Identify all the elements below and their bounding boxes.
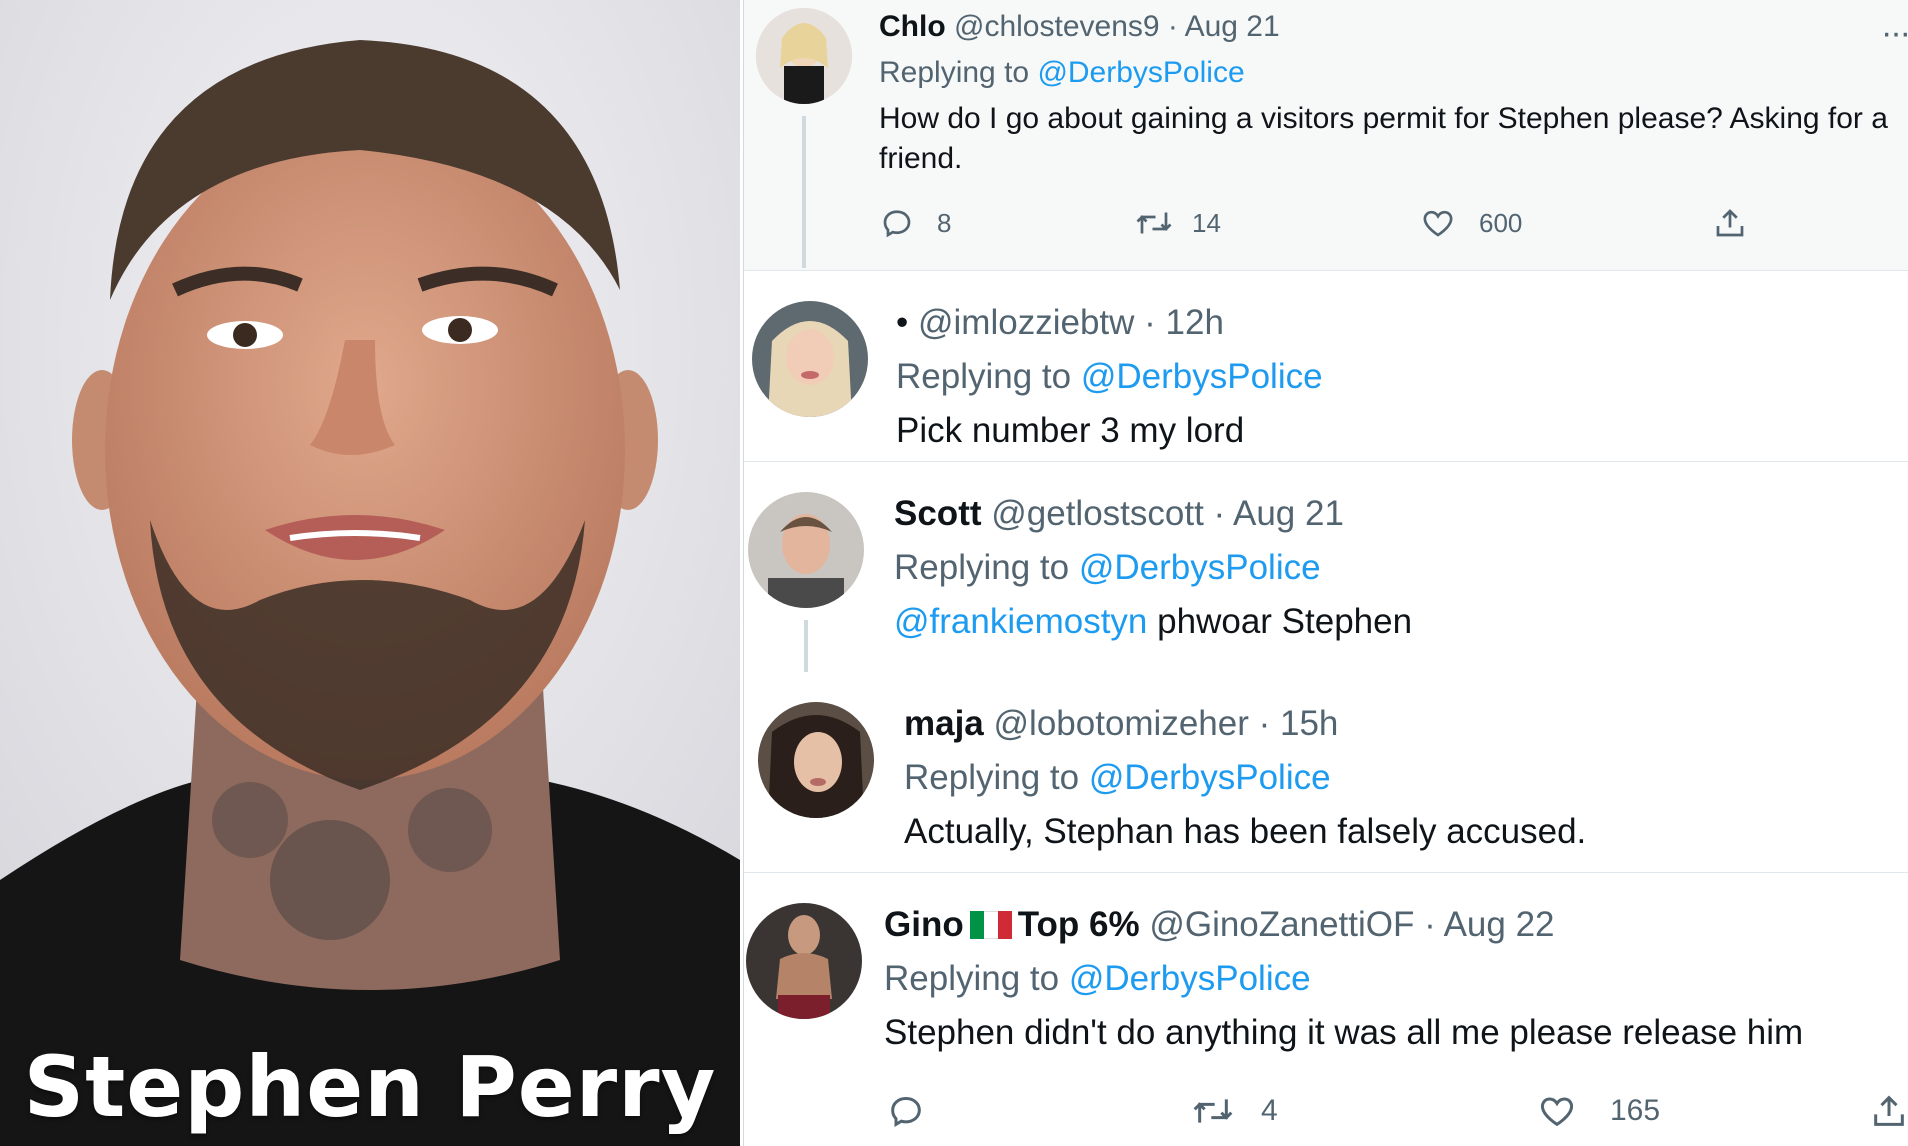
replying-to: Replying to @DerbysPolice [884, 959, 1311, 999]
retweet-count: 4 [1261, 1094, 1278, 1127]
replying-to-link[interactable]: @DerbysPolice [1079, 548, 1321, 587]
retweet-icon [1136, 212, 1172, 234]
replying-to: Replying to @DerbysPolice [879, 56, 1245, 90]
share-button[interactable] [1712, 205, 1748, 241]
tweet-chlo[interactable]: Chlo @chlostevens9 · Aug 21 ··· Replying… [744, 0, 1908, 270]
tweet-time[interactable]: · 12h [1144, 303, 1224, 342]
thread-line [802, 116, 806, 268]
tweet-header: Chlo @chlostevens9 · Aug 21 [879, 10, 1280, 44]
tweet-header: Scott @getlostscott · Aug 21 [894, 494, 1344, 534]
tweet-text: Pick number 3 my lord [896, 411, 1245, 450]
mugshot-illustration [0, 0, 740, 1146]
like-count: 600 [1479, 207, 1523, 238]
tweet-actions: 8 14 600 [879, 205, 1879, 245]
replying-to-link[interactable]: @DerbysPolice [1069, 959, 1311, 998]
tweet-actions: 4 165 [884, 1091, 1908, 1131]
mugshot-image: Stephen Perry [0, 0, 740, 1146]
tweet-text: @frankiemostyn phwoar Stephen [894, 602, 1412, 642]
replying-label: Replying to [904, 758, 1080, 797]
user-handle[interactable]: @lobotomizeher [994, 704, 1249, 743]
avatar-imlozziebtw-image [752, 301, 868, 417]
tweet-text: Actually, Stephan has been falsely accus… [904, 812, 1587, 851]
display-name[interactable]: Scott [894, 494, 982, 533]
replying-label: Replying to [896, 357, 1072, 396]
tweet-gino[interactable]: Gino Top 6% @GinoZanettiOF · Aug 22 Reply… [744, 873, 1908, 1146]
reply-button[interactable] [884, 1091, 946, 1131]
display-name[interactable]: maja [904, 704, 984, 743]
tweet-text: Stephen didn't do anything it was all me… [884, 1013, 1804, 1052]
tweet-time[interactable]: · Aug 22 [1424, 905, 1554, 944]
display-name-bullet: • [896, 303, 909, 342]
reply-count: 8 [937, 207, 952, 238]
tweet-header: • @imlozziebtw · 12h [896, 303, 1224, 343]
more-options-button[interactable]: ··· [1881, 14, 1908, 53]
tweet-time[interactable]: · Aug 21 [1214, 494, 1344, 533]
avatar-imlozziebtw[interactable] [752, 301, 868, 417]
avatar-scott-image [748, 492, 864, 608]
tweet-text-line-2: friend. [879, 142, 963, 175]
reply-button[interactable]: 8 [879, 205, 951, 241]
user-handle[interactable]: @imlozziebtw [918, 303, 1134, 342]
avatar-maja-image [758, 702, 874, 818]
display-name[interactable]: Gino [884, 905, 964, 944]
tweet-text-body: phwoar Stephen [1157, 602, 1413, 641]
replying-label: Replying to [879, 56, 1030, 89]
share-button[interactable] [1869, 1091, 1908, 1131]
mention-link[interactable]: @frankiemostyn [894, 602, 1147, 641]
display-name-badge: Top 6% [1017, 905, 1140, 944]
avatar-chlo-image [756, 8, 852, 104]
heart-icon [1540, 1097, 1574, 1127]
user-handle[interactable]: @getlostscott [991, 494, 1204, 533]
replying-to: Replying to @DerbysPolice [894, 548, 1321, 588]
mugshot-caption: Stephen Perry [23, 1038, 717, 1136]
avatar-scott[interactable] [748, 492, 864, 608]
share-icon [1716, 209, 1744, 237]
retweet-button[interactable]: 14 [1134, 205, 1221, 241]
replying-to-link[interactable]: @DerbysPolice [1081, 357, 1323, 396]
user-handle[interactable]: @GinoZanettiOF [1149, 905, 1414, 944]
reply-feed[interactable]: Chlo @chlostevens9 · Aug 21 ··· Replying… [743, 0, 1908, 1146]
thread-line [804, 620, 808, 672]
tweet-imlozziebtw[interactable]: • @imlozziebtw · 12h Replying to @Derbys… [744, 271, 1908, 461]
italy-flag-icon [969, 908, 1012, 939]
replying-to-link[interactable]: @DerbysPolice [1037, 56, 1244, 89]
like-button[interactable]: 600 [1419, 205, 1522, 241]
tweet-time[interactable]: · Aug 21 [1168, 10, 1280, 43]
retweet-icon [1193, 1099, 1233, 1123]
replying-to-link[interactable]: @DerbysPolice [1089, 758, 1331, 797]
tweet-header: maja @lobotomizeher · 15h [904, 704, 1338, 744]
tweet-scott[interactable]: Scott @getlostscott · Aug 21 Replying to… [744, 462, 1908, 672]
heart-icon [1423, 210, 1453, 237]
tweet-maja[interactable]: maja @lobotomizeher · 15h Replying to @D… [744, 672, 1908, 872]
replying-label: Replying to [884, 959, 1060, 998]
like-count: 165 [1610, 1094, 1661, 1127]
display-name[interactable]: Chlo [879, 10, 946, 43]
replying-label: Replying to [894, 548, 1070, 587]
share-icon [1874, 1095, 1904, 1126]
replying-to: Replying to @DerbysPolice [904, 758, 1331, 798]
avatar-chlo[interactable] [756, 8, 852, 104]
avatar-gino-image [746, 903, 862, 1019]
tweet-text-line-1: How do I go about gaining a visitors per… [879, 102, 1888, 135]
tweet-time[interactable]: · 15h [1259, 704, 1339, 743]
retweet-count: 14 [1192, 207, 1221, 238]
avatar-gino[interactable] [746, 903, 862, 1019]
reply-icon [883, 210, 911, 238]
user-handle[interactable]: @chlostevens9 [954, 10, 1160, 43]
replying-to: Replying to @DerbysPolice [896, 357, 1323, 397]
like-button[interactable]: 165 [1534, 1091, 1660, 1131]
avatar-maja[interactable] [758, 702, 874, 818]
retweet-button[interactable]: 4 [1189, 1091, 1278, 1131]
reply-icon [891, 1096, 921, 1127]
tweet-header: Gino Top 6% @GinoZanettiOF · Aug 22 [884, 905, 1555, 945]
